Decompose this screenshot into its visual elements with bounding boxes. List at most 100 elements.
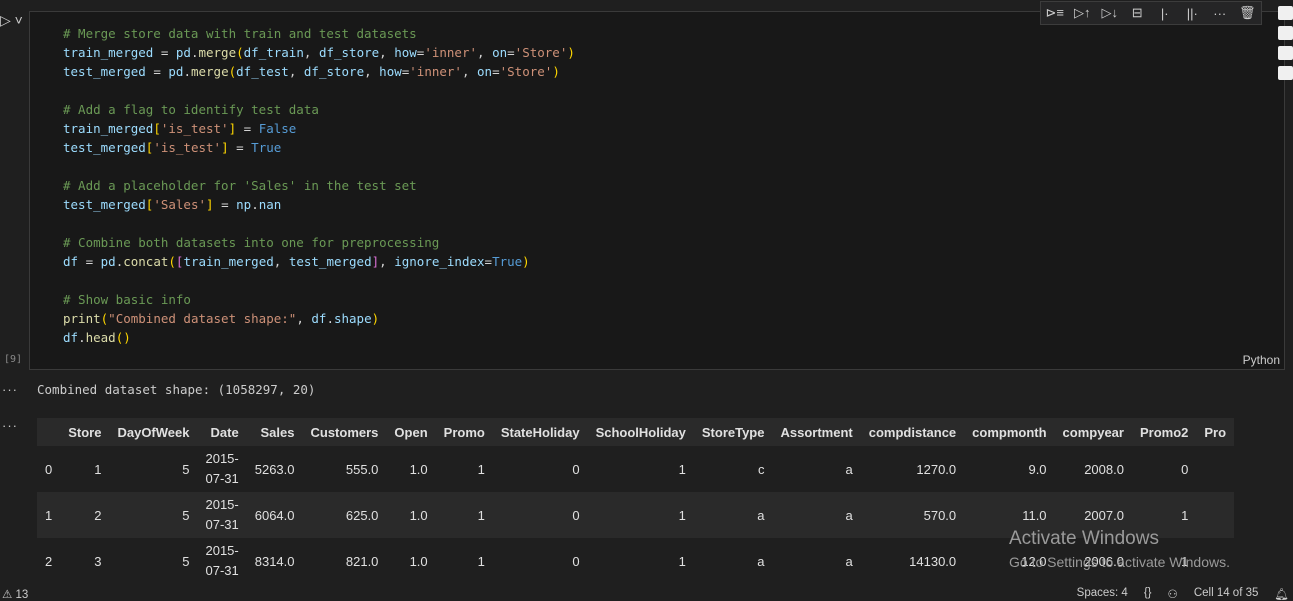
code-line[interactable]: test_merged['is_test'] = True	[63, 138, 575, 157]
code-line[interactable]: train_merged['is_test'] = False	[63, 119, 575, 138]
execute-above-icon[interactable]: ▷↑	[1071, 5, 1093, 21]
code-token: True	[251, 140, 282, 155]
code-line[interactable]: test_merged = pd.merge(df_test, df_store…	[63, 62, 575, 81]
square-icon[interactable]	[1278, 26, 1293, 40]
code-line[interactable]	[63, 271, 575, 290]
column-header: StateHoliday	[492, 418, 588, 446]
code-token: ()	[115, 330, 131, 345]
code-line[interactable]: # Add a flag to identify test data	[63, 100, 575, 119]
output-menu-icon[interactable]: ···	[2, 382, 18, 397]
code-token: test_merged	[63, 140, 146, 155]
table-row: 0 1 5 2015- 07-31 5263.0 555.0 1.0 1 0 1 c a 1270.0 9.…	[37, 446, 1235, 492]
code-token: ,	[379, 45, 395, 60]
code-token: )	[522, 254, 530, 269]
run-cell-icon[interactable]: ▷ ˅	[0, 12, 23, 29]
code-token: ,	[477, 45, 493, 60]
column-header: Pro	[1196, 418, 1235, 446]
add-cell-above-icon[interactable]: |·	[1154, 6, 1176, 21]
spaces-indicator[interactable]: Spaces: 4	[1077, 587, 1128, 601]
column-header: Assortment	[772, 418, 861, 446]
split-cell-icon[interactable]: ⊟	[1126, 5, 1148, 21]
code-token: train_merged	[63, 45, 154, 60]
table-cell: 2	[37, 538, 61, 584]
problems-indicator[interactable]: ⚠ 13	[2, 587, 28, 601]
column-header: Promo2	[1131, 418, 1197, 446]
code-line[interactable]: print("Combined dataset shape:", df.shap…	[63, 309, 575, 328]
code-token: test_merged	[288, 254, 372, 269]
code-token: ,	[288, 64, 304, 79]
table-cell: a	[772, 538, 861, 584]
camera-icon[interactable]	[1278, 6, 1293, 20]
code-token: 'Sales'	[153, 197, 207, 212]
cell-language[interactable]: Python	[1243, 353, 1280, 367]
code-line[interactable]: # Add a placeholder for 'Sales' in the t…	[63, 176, 575, 195]
code-token: =	[145, 64, 169, 79]
table-cell: 1	[435, 492, 493, 538]
column-header: compdistance	[860, 418, 965, 446]
copilot-icon[interactable]: ⚇	[1168, 587, 1178, 601]
run-by-line-icon[interactable]: ⊳≡	[1044, 5, 1066, 21]
table-cell: 8314.0	[246, 538, 303, 584]
code-line[interactable]: train_merged = pd.merge(df_train, df_sto…	[63, 43, 575, 62]
code-token: .	[251, 197, 259, 212]
code-token: ,	[296, 311, 312, 326]
table-cell: 0	[492, 492, 588, 538]
code-line[interactable]: df.head()	[63, 328, 575, 347]
code-token: ,	[364, 64, 380, 79]
column-header: DayOfWeek	[109, 418, 198, 446]
gear-icon[interactable]	[1278, 66, 1293, 80]
add-markdown-icon[interactable]: ||·	[1181, 6, 1203, 21]
table-cell: 5	[109, 492, 198, 538]
code-token: how	[394, 45, 417, 60]
status-bar: ⚠ 13 Spaces: 4 {} ⚇ Cell 14 of 35 🔔︎	[0, 586, 1293, 601]
output-menu-icon-2[interactable]: ···	[2, 418, 18, 433]
execute-below-icon[interactable]: ▷↓	[1099, 5, 1121, 21]
code-token: merge	[198, 45, 237, 60]
code-token: shape	[333, 311, 372, 326]
code-token: =	[507, 45, 515, 60]
code-line[interactable]	[63, 81, 575, 100]
column-header: compyear	[1054, 418, 1132, 446]
table-cell: 821.0	[302, 538, 387, 584]
code-token: )	[371, 311, 380, 326]
code-token: test_merged	[63, 197, 146, 212]
code-line[interactable]: # Show basic info	[63, 290, 575, 309]
code-line[interactable]	[63, 214, 575, 233]
code-token: ignore_index	[394, 254, 485, 269]
table-cell: a	[693, 538, 773, 584]
table-cell: 1	[60, 446, 110, 492]
column-header	[37, 418, 61, 446]
code-token: =	[228, 140, 252, 155]
column-header: Promo	[435, 418, 493, 446]
code-line[interactable]: # Merge store data with train and test d…	[63, 24, 575, 43]
code-editor[interactable]: # Merge store data with train and test d…	[63, 24, 575, 347]
column-header: Open	[386, 418, 436, 446]
column-header: StoreType	[693, 418, 773, 446]
code-token: on	[477, 64, 493, 79]
table-cell: 1	[587, 492, 694, 538]
more-icon[interactable]: ···	[1209, 6, 1231, 21]
copy-icon[interactable]	[1278, 46, 1293, 60]
bell-icon[interactable]: 🔔︎	[1274, 587, 1289, 601]
braces-indicator[interactable]: {}	[1144, 587, 1152, 601]
cell-indicator[interactable]: Cell 14 of 35	[1194, 587, 1259, 601]
code-token: =	[78, 254, 101, 269]
code-token: 'Store'	[499, 64, 553, 79]
table-cell: 2015- 07-31	[197, 492, 247, 538]
table-cell: 1270.0	[860, 446, 965, 492]
table-cell: 0	[492, 446, 588, 492]
code-token: train_merged	[63, 121, 154, 136]
code-line[interactable]: test_merged['Sales'] = np.nan	[63, 195, 575, 214]
code-token: =	[153, 45, 176, 60]
code-cell[interactable]: # Merge store data with train and test d…	[29, 11, 1285, 370]
code-token: .	[78, 330, 86, 345]
code-line[interactable]: # Combine both datasets into one for pre…	[63, 233, 575, 252]
code-token: test_merged	[63, 64, 146, 79]
delete-icon[interactable]: 🗑	[1236, 5, 1258, 21]
code-token: pd	[100, 254, 116, 269]
code-line[interactable]	[63, 157, 575, 176]
code-token: [	[153, 121, 161, 136]
code-line[interactable]: df = pd.concat([train_merged, test_merge…	[63, 252, 575, 271]
code-token: pd	[168, 64, 184, 79]
table-cell: 570.0	[860, 492, 965, 538]
